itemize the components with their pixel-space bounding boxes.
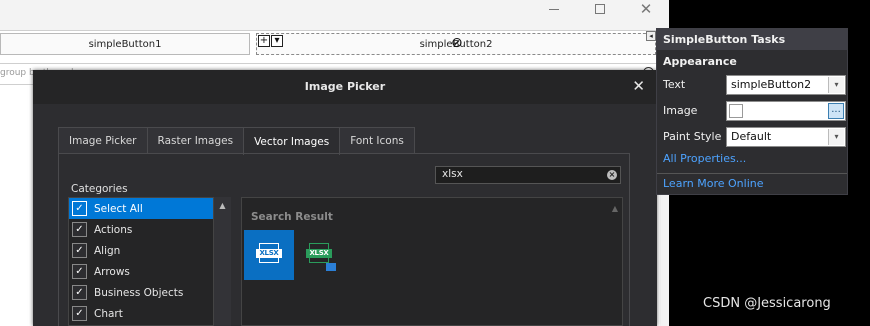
divider	[657, 173, 847, 174]
layout-tag[interactable]: + ▾	[258, 35, 283, 47]
search-input[interactable]: xlsx	[435, 166, 621, 184]
simple-button-1[interactable]: simpleButton1	[0, 33, 250, 55]
image-property: Image ...	[657, 98, 847, 124]
move-icon[interactable]: +	[258, 35, 270, 47]
categories-label: Categories	[71, 183, 128, 195]
category-chart[interactable]: ✓ Chart	[69, 303, 230, 324]
window-controls: ✕	[531, 0, 669, 18]
chevron-down-icon[interactable]: ▾	[828, 77, 844, 93]
tab-raster-images[interactable]: Raster Images	[146, 127, 245, 154]
chevron-down-icon[interactable]: ▾	[828, 129, 844, 145]
image-swatch	[729, 104, 743, 118]
checkbox-icon[interactable]: ✓	[72, 285, 87, 300]
category-actions[interactable]: ✓ Actions	[69, 219, 230, 240]
category-label: Align	[94, 244, 121, 257]
paint-style-property: Paint Style Default ▾	[657, 124, 847, 150]
checkbox-icon[interactable]: ✓	[72, 201, 87, 216]
cursor-icon: ⊘	[451, 35, 463, 51]
checkbox-icon[interactable]: ✓	[72, 243, 87, 258]
scroll-up-icon[interactable]: ▲	[214, 201, 231, 210]
result-xlsx-mail[interactable]: XLSX	[294, 230, 344, 280]
category-label: Actions	[94, 223, 133, 236]
close-icon[interactable]: ✕	[632, 77, 645, 95]
category-label: Select All	[94, 202, 143, 215]
results-scrollbar[interactable]: ▲	[608, 198, 622, 326]
xlsx-mail-icon: XLSX	[306, 243, 336, 271]
tab-image-picker[interactable]: Image Picker	[58, 127, 148, 154]
simplebutton-tasks-panel: SimpleButton Tasks Appearance Text simpl…	[656, 28, 848, 195]
checkbox-icon[interactable]: ✓	[72, 306, 87, 321]
xlsx-icon: XLSX	[256, 243, 282, 267]
all-properties-link[interactable]: All Properties...	[657, 150, 847, 172]
paint-style-value: Default	[731, 130, 772, 143]
browse-button[interactable]: ...	[828, 103, 844, 119]
category-select-all[interactable]: ✓ Select All	[69, 198, 230, 219]
results-header: Search Result	[251, 211, 333, 223]
checkbox-icon[interactable]: ✓	[72, 264, 87, 279]
categories-list: ✓ Select All ✓ Actions ✓ Align ✓ Arrows …	[68, 197, 231, 326]
xlsx-label: XLSX	[306, 249, 332, 258]
category-business-objects[interactable]: ✓ Business Objects	[69, 282, 230, 303]
checkbox-icon[interactable]: ✓	[72, 222, 87, 237]
paint-style-select[interactable]: Default ▾	[726, 127, 846, 147]
text-label: Text	[663, 78, 686, 91]
text-value: simpleButton2	[731, 78, 812, 91]
category-label: Business Objects	[94, 286, 184, 299]
category-arrows[interactable]: ✓ Arrows	[69, 261, 230, 282]
dialog-title: Image Picker	[304, 80, 386, 93]
chevron-down-icon[interactable]: ▾	[271, 35, 283, 47]
category-align[interactable]: ✓ Align	[69, 240, 230, 261]
scroll-up-icon[interactable]: ▲	[608, 204, 622, 213]
close-icon: ✕	[639, 0, 653, 18]
minimize-button[interactable]	[531, 0, 577, 18]
xlsx-label: XLSX	[256, 249, 282, 258]
appearance-section: Appearance	[663, 55, 737, 68]
smart-tag-arrow-icon[interactable]: ◂	[646, 31, 656, 41]
categories-scrollbar[interactable]: ▲	[213, 197, 231, 326]
learn-more-link[interactable]: Learn More Online	[657, 175, 847, 197]
picker-tabs: Image Picker Raster Images Vector Images…	[58, 127, 415, 155]
tab-vector-images[interactable]: Vector Images	[243, 127, 341, 155]
tasks-title: SimpleButton Tasks	[657, 29, 847, 50]
category-label: Chart	[94, 307, 123, 320]
close-window-button[interactable]: ✕	[623, 0, 669, 18]
paint-style-label: Paint Style	[663, 130, 722, 143]
image-label: Image	[663, 104, 698, 117]
dialog-titlebar: Image Picker ✕	[33, 70, 657, 104]
text-field[interactable]: simpleButton2 ▾	[726, 75, 846, 95]
minimize-icon	[549, 8, 559, 10]
category-label: Arrows	[94, 265, 130, 278]
image-field[interactable]: ...	[726, 101, 846, 121]
watermark: CSDN @Jessicarong	[703, 296, 831, 311]
result-xlsx[interactable]: XLSX	[244, 230, 294, 280]
maximize-button[interactable]	[577, 0, 623, 18]
mail-icon	[326, 263, 336, 271]
text-property: Text simpleButton2 ▾	[657, 72, 847, 98]
tab-font-icons[interactable]: Font Icons	[339, 127, 415, 154]
clear-search-icon[interactable]: ×	[607, 170, 617, 180]
search-results-panel: Search Result XLSX XLSX ▲	[241, 197, 623, 326]
maximize-icon	[595, 4, 605, 14]
